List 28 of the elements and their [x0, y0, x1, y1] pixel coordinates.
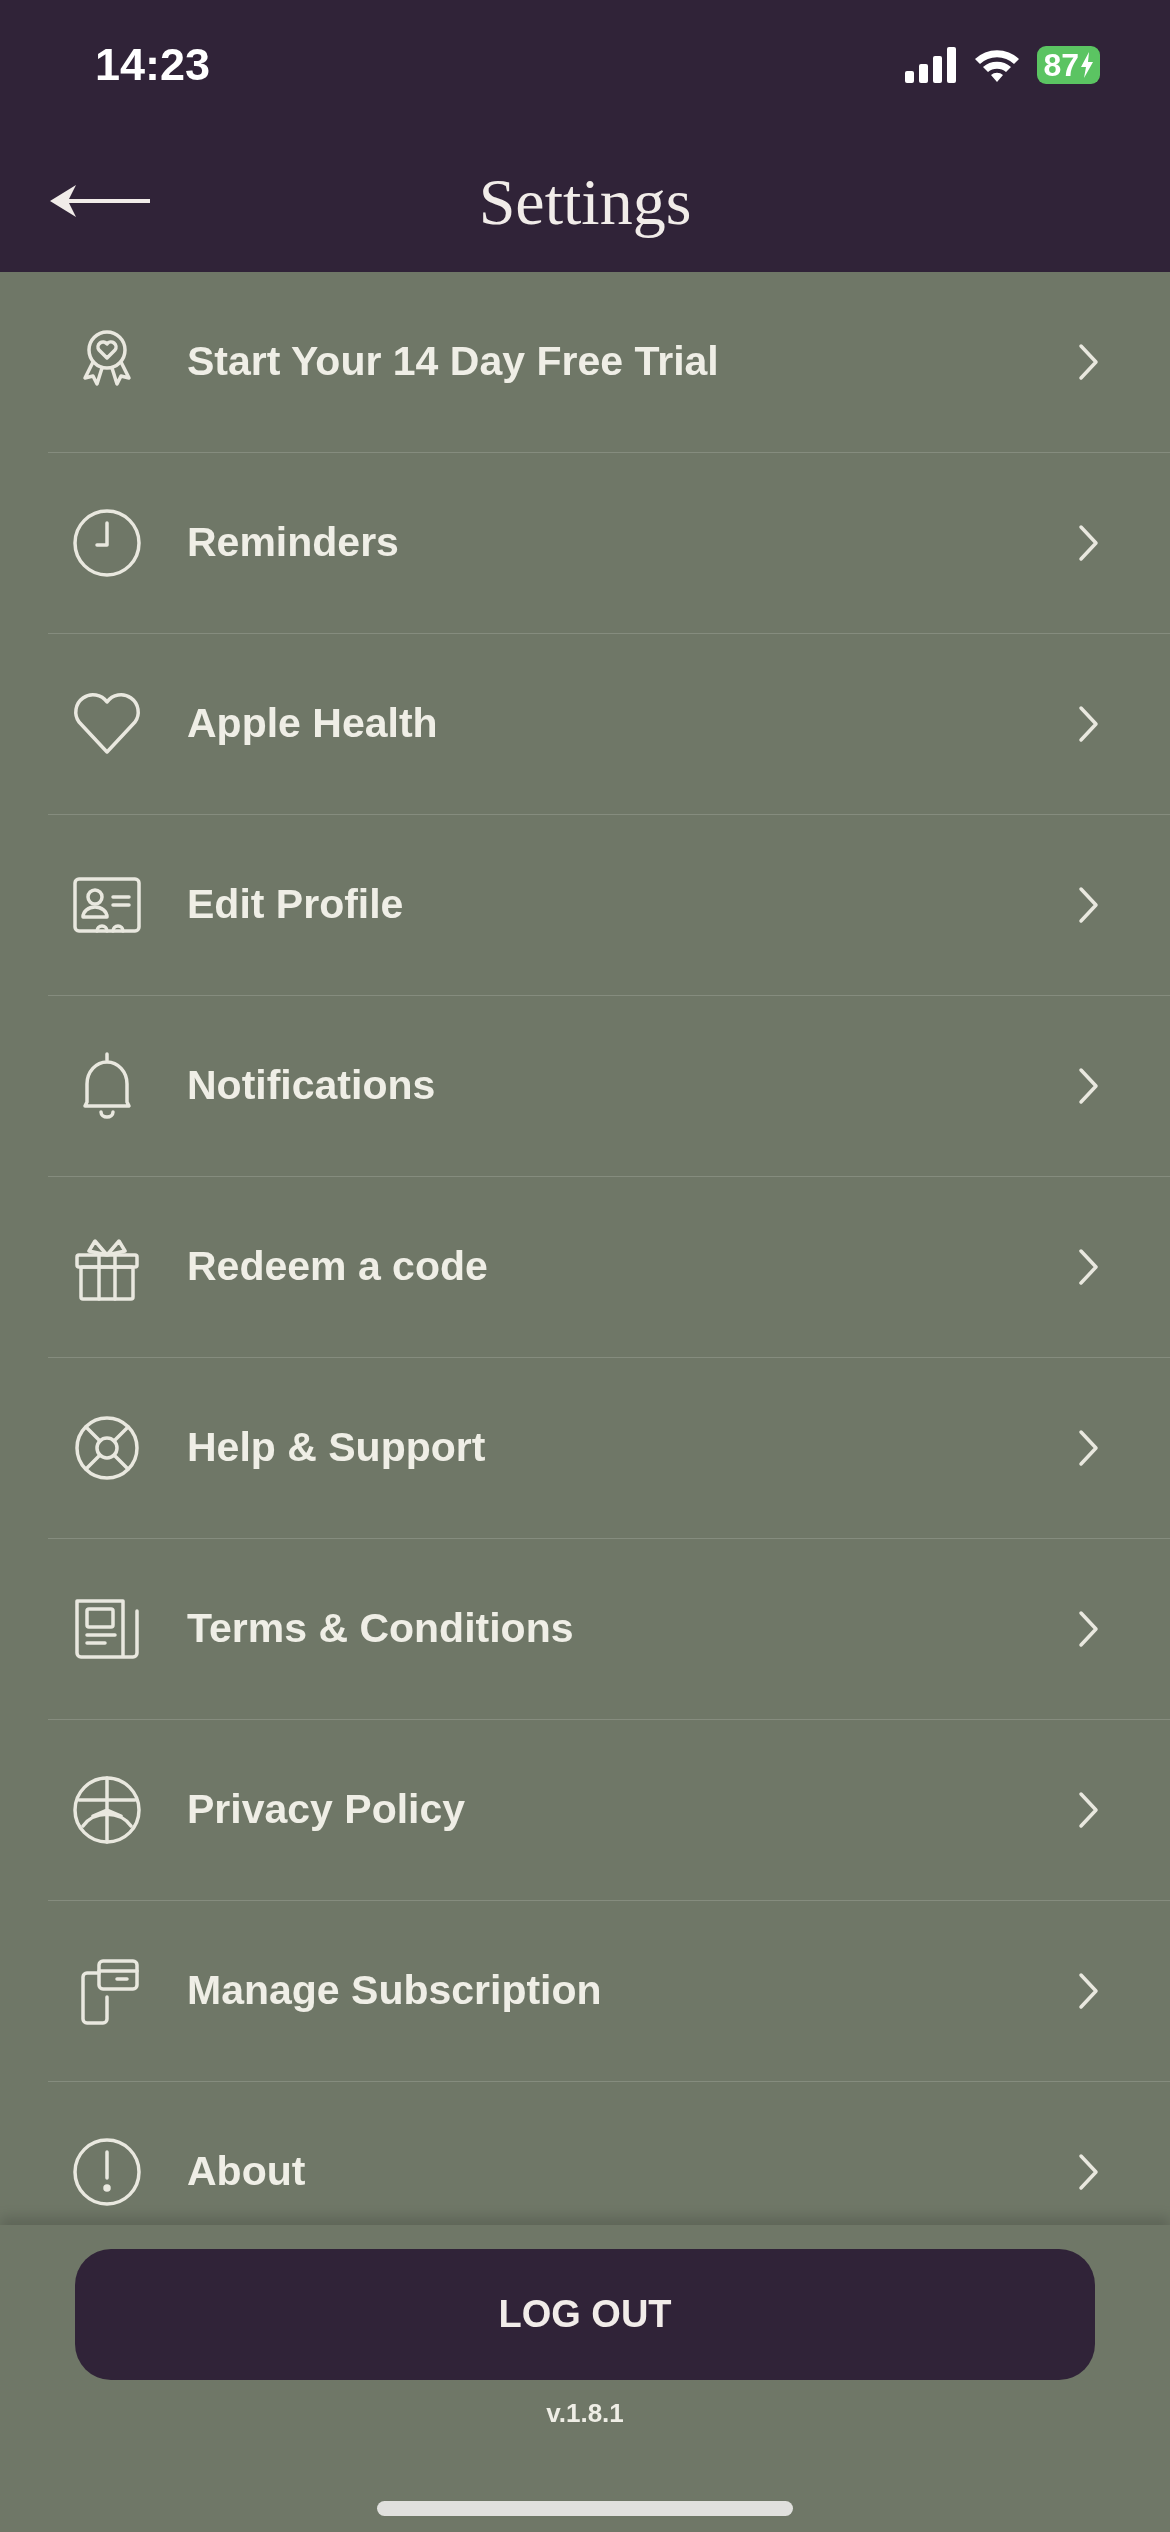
signal-icon: [905, 47, 958, 83]
battery-indicator: 87: [1037, 46, 1100, 84]
status-time: 14:23: [95, 38, 211, 93]
settings-item[interactable]: Help & Support: [48, 1358, 1170, 1539]
settings-item[interactable]: Terms & Conditions: [48, 1539, 1170, 1720]
chevron-icon: [1078, 1972, 1100, 2010]
settings-item[interactable]: Redeem a code: [48, 1177, 1170, 1358]
page-title: Settings: [478, 164, 692, 238]
chevron-icon: [1078, 343, 1100, 381]
wifi-icon: [973, 47, 1022, 83]
chevron-icon: [1078, 1610, 1100, 1648]
chevron-icon: [1078, 1248, 1100, 1286]
settings-item[interactable]: Edit Profile: [48, 815, 1170, 996]
version-text: v.1.8.1: [546, 2397, 624, 2430]
logout-button[interactable]: LOG OUT: [75, 2249, 1095, 2380]
chevron-icon: [1078, 1791, 1100, 1829]
settings-item[interactable]: Start Your 14 Day Free Trial: [48, 272, 1170, 453]
chevron-icon: [1078, 2153, 1100, 2191]
settings-item[interactable]: Reminders: [48, 453, 1170, 634]
settings-item[interactable]: Privacy Policy: [48, 1720, 1170, 1901]
chevron-icon: [1078, 1067, 1100, 1105]
settings-item[interactable]: Manage Subscription: [48, 1901, 1170, 2082]
chevron-icon: [1078, 705, 1100, 743]
settings-item[interactable]: Notifications: [48, 996, 1170, 1177]
chevron-icon: [1078, 886, 1100, 924]
settings-item[interactable]: Apple Health: [48, 634, 1170, 815]
chevron-icon: [1078, 524, 1100, 562]
chevron-icon: [1078, 1429, 1100, 1467]
